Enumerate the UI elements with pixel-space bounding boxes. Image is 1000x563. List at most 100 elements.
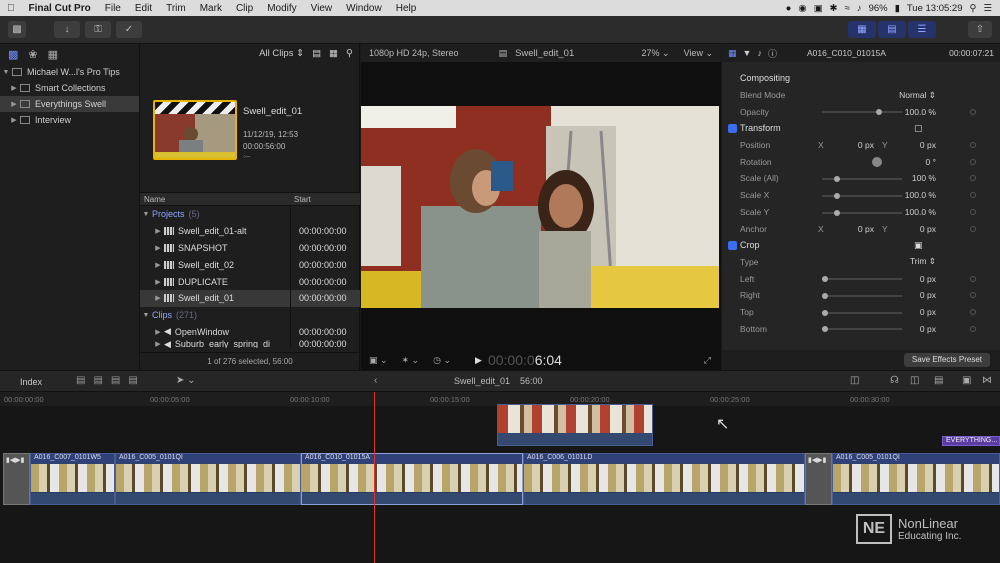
crop-section[interactable]: Crop ▣ [722,237,1000,254]
disclosure-closed-icon[interactable]: ▶ [152,261,164,269]
scale-y-value[interactable]: 100.0 % [905,207,936,217]
menu-modify[interactable]: Modify [260,3,303,14]
column-start[interactable]: Start [290,195,311,204]
group-projects[interactable]: ▼ Projects (5) [140,206,360,223]
slider-knob[interactable] [834,209,840,216]
disclosure-open-icon[interactable]: ▼ [140,211,152,218]
clip-filter-dropdown[interactable]: All Clips ⇕ [259,48,304,59]
anchor-x-value[interactable]: 0 px [858,224,874,234]
library-item-interview[interactable]: ▶ Interview [0,112,139,128]
keyframe-button-icon[interactable] [970,292,976,299]
zoom-dropdown[interactable]: 27% ⌄ [642,48,670,59]
playhead[interactable] [374,392,375,563]
menu-edit[interactable]: Edit [128,3,159,14]
slider-knob[interactable] [834,176,840,183]
keyframe-button-icon[interactable] [970,175,976,182]
list-item[interactable]: ▶ SNAPSHOT 00:00:00:00 [140,239,360,257]
volume-icon[interactable]: ♪ [857,3,862,14]
blend-mode-select[interactable]: Normal ⇕ [899,90,936,101]
inspector-toggle-icon[interactable]: ☰ [908,21,936,38]
column-name[interactable]: Name [140,195,290,204]
battery-percent[interactable]: 96% [869,3,888,14]
video-frame[interactable] [361,106,719,308]
crop-right-value[interactable]: 0 px [920,290,936,300]
menu-mark[interactable]: Mark [193,3,229,14]
background-tasks-icon[interactable]: ✓ [116,21,142,38]
library-icon[interactable]: ▩ [8,21,26,38]
list-item[interactable]: ▶ Swell_edit_01-alt 00:00:00:00 [140,222,360,240]
keyframe-button-icon[interactable] [970,208,976,215]
keyframe-button-icon[interactable] [970,108,976,115]
slider-knob[interactable] [822,326,828,333]
disclosure-closed-icon[interactable]: ▶ [8,100,20,108]
camera-icon[interactable]: ◉ [798,3,806,14]
disclosure-closed-icon[interactable]: ▶ [152,227,164,235]
timeline-area[interactable]: ↖ EVERYTHING... ▮◀▶▮ A016_C007_0101W5 A0… [0,404,1000,563]
clip-appearance-icon[interactable]: ▤ [312,48,321,59]
slider-knob[interactable] [822,276,828,283]
disclosure-closed-icon[interactable]: ▶ [8,116,20,124]
keyframe-button-icon[interactable] [970,192,976,199]
list-item[interactable]: ▶ ◀ OpenWindow 00:00:00:00 [140,323,360,341]
timeline-clip[interactable]: A016_C006_0101LD [523,453,805,505]
save-effects-preset-button[interactable]: Save Effects Preset [903,353,990,367]
menu-clock[interactable]: Tue 13:05:29 [907,3,963,14]
slider-knob[interactable] [822,292,828,299]
airplay-icon[interactable]: ▣ [814,3,823,14]
anchor-y-value[interactable]: 0 px [920,224,936,234]
disclosure-open-icon[interactable]: ▼ [0,69,12,76]
menu-file[interactable]: File [98,3,128,14]
menu-trim[interactable]: Trim [159,3,193,14]
scale-x-value[interactable]: 100.0 % [905,190,936,200]
disclosure-closed-icon[interactable]: ▶ [152,294,164,302]
audio-inspector-icon[interactable]: ♪ [757,48,762,58]
search-icon[interactable]: ⚲ [346,48,353,59]
title-clip[interactable]: EVERYTHING... [942,436,1000,446]
scale-y-slider[interactable] [822,209,902,216]
transition-icon[interactable]: ▮◀▶▮ [3,453,30,505]
position-y-value[interactable]: 0 px [920,140,936,150]
crop-top-value[interactable]: 0 px [920,307,936,317]
crop-top-slider[interactable] [822,309,902,316]
list-item[interactable]: ▶ ◀ Suburb_early_spring_di 00:00:00:00 [140,340,360,349]
apple-icon[interactable]:  [0,3,22,14]
search-icon[interactable]: ⚲ [970,3,977,14]
transform-tool-icon[interactable]: ▣ ⌄ [369,355,388,366]
photos-tab-icon[interactable]: ❀ [28,48,37,61]
browser-toggle-icon[interactable]: ▦ [848,21,876,38]
import-icon[interactable]: ↓ [54,21,80,38]
keyframe-button-icon[interactable] [970,308,976,315]
disclosure-closed-icon[interactable]: ▶ [8,84,20,92]
crop-bottom-value[interactable]: 0 px [920,324,936,334]
keyframe-button-icon[interactable] [970,275,976,282]
project-thumbnail[interactable] [153,100,237,160]
crop-checkbox[interactable] [728,240,737,250]
menu-window[interactable]: Window [339,3,389,14]
back-icon[interactable]: ‹ [374,375,377,386]
menu-app-name[interactable]: Final Cut Pro [22,3,98,14]
disclosure-open-icon[interactable]: ▼ [140,312,152,319]
timeline-clip[interactable]: A016_C005_0101QI [115,453,301,505]
crop-left-slider[interactable] [822,276,902,283]
play-icon[interactable]: ▶ [475,355,482,366]
clip-skimming-icon[interactable]: ◫ [850,375,859,386]
library-item-root[interactable]: ▼ Michael W...l's Pro Tips [0,64,139,80]
library-item-everythings-swell[interactable]: ▶ Everythings Swell [0,96,139,112]
slider-knob[interactable] [876,109,882,116]
slider-knob[interactable] [822,309,828,316]
list-item-selected[interactable]: ▶ Swell_edit_01 00:00:00:00 [140,289,360,307]
crop-bottom-slider[interactable] [822,326,902,333]
disclosure-closed-icon[interactable]: ▶ [152,340,164,348]
position-x-value[interactable]: 0 px [858,140,874,150]
disclosure-closed-icon[interactable]: ▶ [152,328,164,336]
list-item[interactable]: ▶ DUPLICATE 00:00:00:00 [140,273,360,290]
list-item[interactable]: ▶ Swell_edit_02 00:00:00:00 [140,256,360,274]
transform-onscreen-icon[interactable]: ▢ [914,123,923,134]
scale-x-slider[interactable] [822,192,902,199]
filmstrip-icon[interactable]: ▦ [329,48,338,59]
scale-all-value[interactable]: 100 % [912,173,936,183]
transform-section[interactable]: Transform ▢ [722,120,1000,137]
timeline-clip[interactable]: A016_C007_0101W5 [30,453,115,505]
slider-knob[interactable] [834,192,840,199]
index-button[interactable]: Index [12,375,50,389]
